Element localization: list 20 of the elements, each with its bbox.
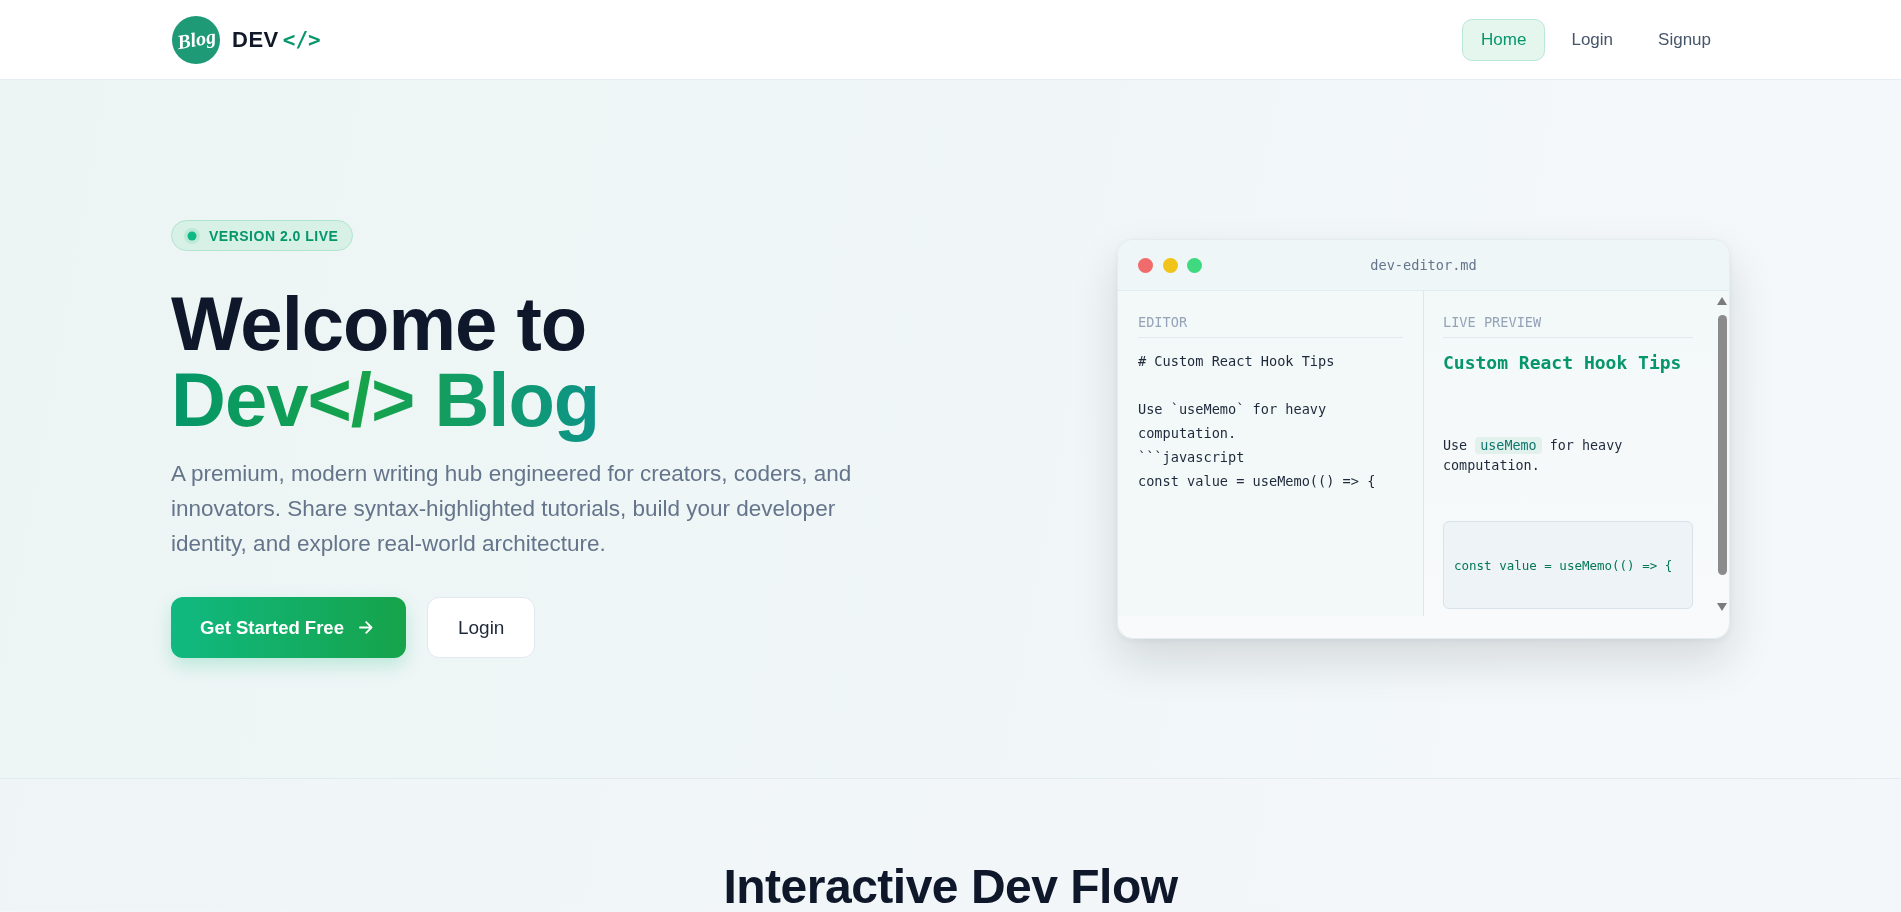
pane-label: EDITOR [1138,313,1188,331]
status-dot-icon [184,227,200,244]
login-button[interactable]: Login [426,597,536,658]
scroll-up-button[interactable] [1717,297,1727,305]
editor-field[interactable]: # Custom React Hook Tips Use `useMemo` for heavy computation. ```javascript const value = useMemo(() => { [1138,349,1403,493]
section-title: Interactive Dev Flow [723,863,1178,911]
window-title: dev-editor.md [1370,257,1477,273]
logo-wordmark: DEV </> [232,26,321,53]
arrow-right-icon [358,621,373,634]
preview-paragraph: Use useMemo for heavy computation. [1443,436,1624,475]
pane-label: LIVE PREVIEW [1443,313,1542,331]
badge-label: VERSION 2.0 LIVE [209,227,339,244]
hero-description: A premium, modern writing hub engineered for creators, coders, and innovators. Share syntax-highlighted tutorials, build your developer identity, and explore real-world architecture. [171,460,853,558]
code-block: const value = useMemo(() => { [1443,521,1693,609]
logo-mark: Blog [172,15,220,64]
scrollbar-thumb[interactable] [1717,315,1727,575]
preview-heading: Custom React Hook Tips [1443,351,1682,375]
scroll-down-button[interactable] [1717,603,1727,611]
nav-link[interactable]: Signup [1639,18,1730,61]
nav-link[interactable]: Login [1552,18,1633,61]
